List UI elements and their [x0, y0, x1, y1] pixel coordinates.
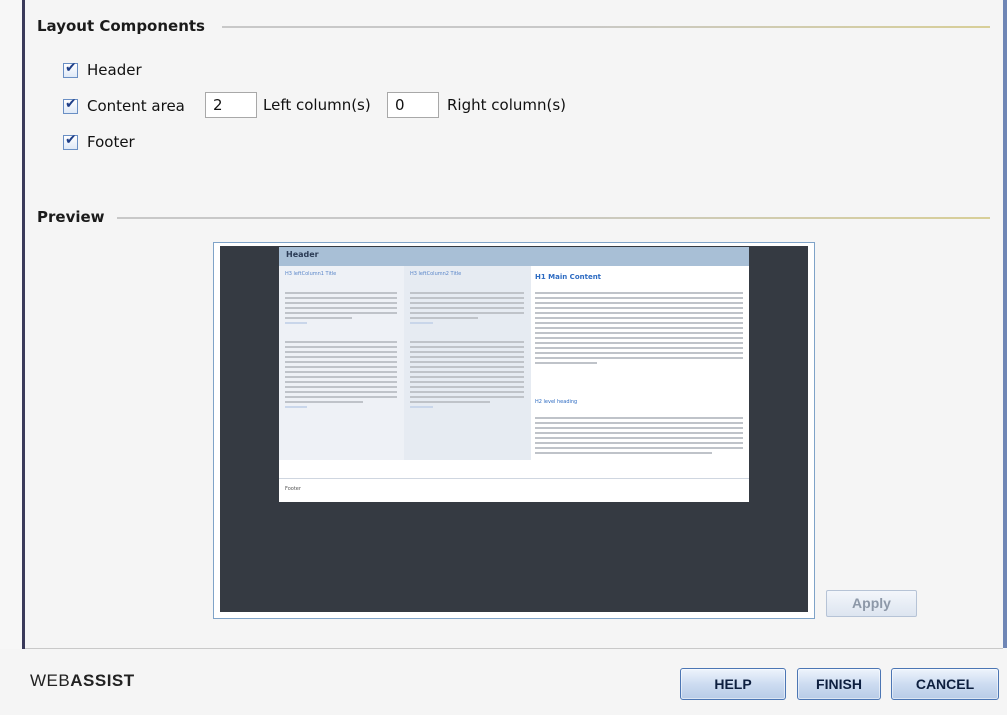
preview-footer-label: Footer — [285, 486, 301, 492]
cancel-button[interactable]: CANCEL — [891, 668, 999, 700]
footer-checkbox-label: Footer — [87, 133, 135, 151]
footer-checkbox-row[interactable]: ✔ Footer — [63, 131, 135, 153]
check-icon: ✔ — [65, 59, 77, 76]
apply-button[interactable]: Apply — [826, 590, 917, 617]
left-columns-label: Left column(s) — [263, 96, 371, 114]
logo-suffix: ASSIST — [70, 671, 135, 690]
preview-title: Preview — [37, 208, 105, 226]
left-column-2-title: H3 leftColumn2 Title — [410, 271, 462, 277]
right-columns-input[interactable]: 0 — [387, 92, 439, 118]
webassist-logo: WEBASSIST — [30, 671, 135, 691]
left-column-1-title: H3 leftColumn1 Title — [285, 271, 337, 277]
right-columns-label: Right column(s) — [447, 96, 567, 114]
help-button[interactable]: HELP — [680, 668, 786, 700]
preview-page: Header H3 leftColumn1 Title H3 leftColum… — [279, 247, 749, 502]
left-column-2-text — [410, 292, 524, 411]
layout-components-title: Layout Components — [37, 17, 205, 35]
logo-prefix: WEB — [30, 671, 71, 690]
content-area-checkbox[interactable]: ✔ — [63, 95, 78, 114]
preview-h2-heading: H2 level heading — [535, 399, 578, 405]
preview-main-title: H1 Main Content — [535, 273, 602, 281]
preview-left-column-2: H3 leftColumn2 Title — [404, 266, 531, 460]
check-icon: ✔ — [65, 131, 77, 148]
section-divider — [222, 26, 990, 28]
preview-left-column-1: H3 leftColumn1 Title — [279, 266, 404, 460]
left-column-1-text — [285, 292, 397, 411]
finish-button[interactable]: FINISH — [797, 668, 881, 700]
header-checkbox[interactable]: ✔ — [63, 59, 78, 78]
preview-main-text — [535, 292, 743, 367]
header-checkbox-row[interactable]: ✔ Header — [63, 59, 142, 81]
preview-footer: Footer — [279, 478, 749, 502]
footer-checkbox[interactable]: ✔ — [63, 131, 78, 150]
preview-header-label: Header — [286, 250, 319, 259]
preview-header: Header — [279, 247, 749, 266]
header-checkbox-label: Header — [87, 61, 142, 79]
window-right-border — [1003, 0, 1007, 648]
content-area-checkbox-label: Content area — [87, 97, 185, 115]
preview-h2-text — [535, 417, 743, 457]
section-divider — [117, 217, 990, 219]
check-icon: ✔ — [65, 95, 77, 112]
content-area-checkbox-row[interactable]: ✔ Content area — [63, 95, 185, 117]
left-columns-input[interactable]: 2 — [205, 92, 257, 118]
